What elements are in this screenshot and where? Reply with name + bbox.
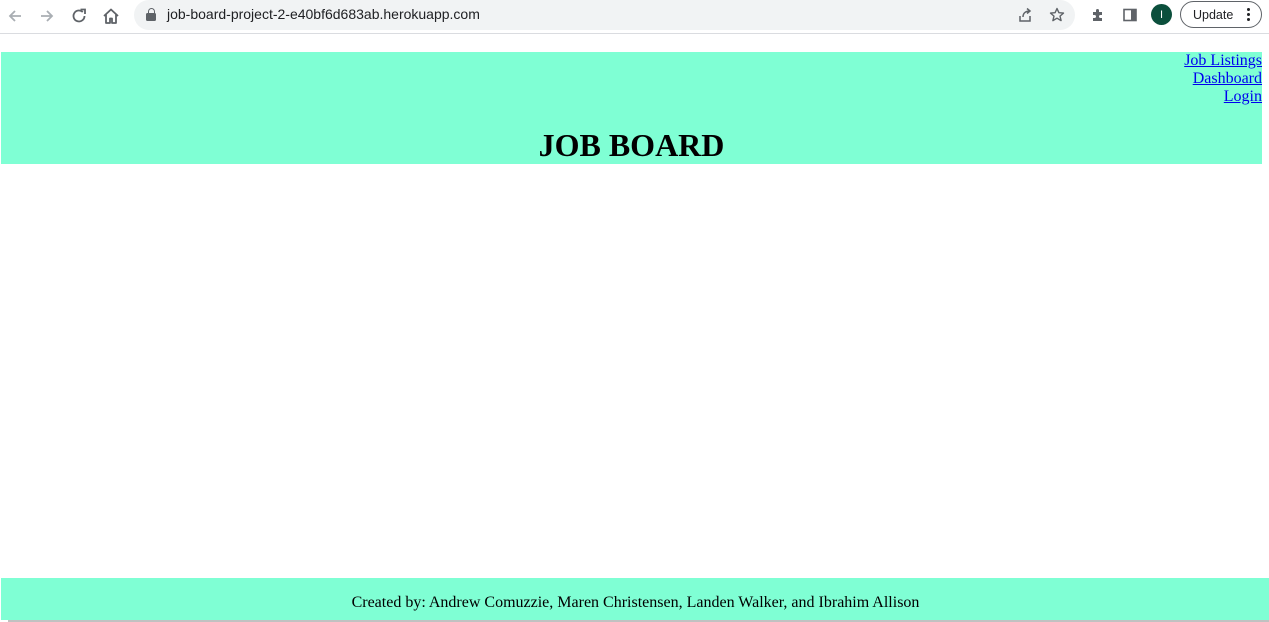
reload-icon — [72, 8, 86, 23]
footer-credits: Created by: Andrew Comuzzie, Maren Chris… — [351, 594, 920, 611]
lock-icon[interactable] — [146, 8, 156, 21]
url-text[interactable]: job-board-project-2-e40bf6d683ab.herokua… — [167, 6, 480, 22]
avatar-initial: I — [1159, 8, 1164, 21]
update-button-label: Update — [1193, 8, 1234, 22]
nav-link-login[interactable]: Login — [1184, 88, 1262, 106]
forward-arrow-icon — [41, 10, 54, 22]
more-vertical-icon — [1247, 8, 1250, 21]
side-panel-icon[interactable] — [1119, 4, 1141, 26]
forward-button[interactable] — [34, 3, 60, 29]
back-arrow-icon — [8, 10, 21, 22]
page-title: JOB BOARD — [538, 127, 725, 163]
browser-toolbar: job-board-project-2-e40bf6d683ab.herokua… — [0, 0, 1269, 34]
address-bar[interactable]: job-board-project-2-e40bf6d683ab.herokua… — [134, 0, 1075, 30]
home-button[interactable] — [98, 3, 124, 29]
header-nav: Job Listings Dashboard Login — [1184, 52, 1262, 106]
home-icon — [103, 8, 119, 24]
update-button[interactable]: Update — [1180, 1, 1262, 28]
bookmark-star-icon[interactable] — [1047, 5, 1067, 25]
profile-avatar[interactable]: I — [1151, 4, 1172, 25]
extensions-puzzle-icon[interactable] — [1087, 4, 1109, 26]
site-footer: Created by: Andrew Comuzzie, Maren Chris… — [1, 578, 1269, 620]
back-button[interactable] — [2, 3, 28, 29]
nav-link-dashboard[interactable]: Dashboard — [1184, 70, 1262, 88]
nav-link-job-listings[interactable]: Job Listings — [1184, 52, 1262, 70]
site-header: Job Listings Dashboard Login JOB BOARD — [1, 52, 1262, 164]
reload-button[interactable] — [66, 3, 92, 29]
share-icon[interactable] — [1015, 5, 1035, 25]
